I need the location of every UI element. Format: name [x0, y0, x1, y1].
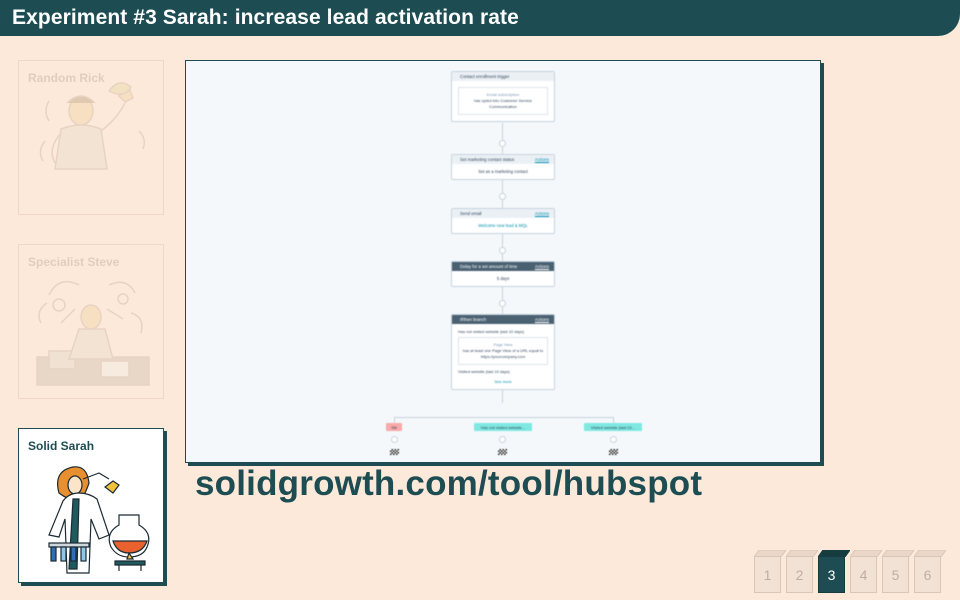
branch-pill[interactable]: Stil	[386, 423, 402, 431]
card-header: Set marketing contact status Actions	[452, 155, 554, 164]
branch-label: Has not visited website (last 10 days)	[458, 329, 525, 334]
branch-pill[interactable]: Visited website (last 10...	[584, 423, 642, 431]
actions-menu[interactable]: Actions	[535, 264, 549, 269]
page-number: 2	[786, 556, 813, 593]
page-button-6[interactable]: 6	[914, 550, 946, 594]
actions-menu[interactable]: Actions	[535, 211, 549, 216]
step-title: Set marketing contact status	[460, 157, 515, 162]
page-button-5[interactable]: 5	[882, 550, 914, 594]
step-body: 5 days	[496, 276, 510, 281]
branch-connector	[394, 417, 613, 418]
page-button-3[interactable]: 3	[818, 550, 850, 594]
workflow-step-card[interactable]: Set marketing contact status Actions Set…	[451, 154, 555, 180]
see-more-link[interactable]: See more	[452, 376, 554, 389]
persona-card-specialist-steve[interactable]: Specialist Steve	[18, 244, 164, 399]
add-step-icon[interactable]	[610, 436, 617, 443]
persona-card-random-rick[interactable]: Random Rick	[18, 60, 164, 215]
page-button-1[interactable]: 1	[754, 550, 786, 594]
end-flag-icon	[498, 449, 507, 455]
page-number: 1	[754, 556, 781, 593]
page-number: 5	[882, 556, 909, 593]
header-bar: Experiment #3 Sarah: increase lead activ…	[0, 0, 960, 36]
tool-url[interactable]: solidgrowth.com/tool/hubspot	[195, 464, 702, 504]
card-header: Contact enrollment trigger	[452, 72, 554, 81]
actions-menu[interactable]: Actions	[535, 157, 549, 162]
end-flag-icon	[390, 449, 399, 455]
add-step-icon[interactable]	[499, 247, 506, 254]
step-title: If/then branch	[460, 317, 487, 322]
branch-condition: Page View has at least one Page View of …	[458, 337, 548, 365]
workflow-step-card[interactable]: Delay for a set amount of time Actions 5…	[451, 261, 555, 287]
condition-text: has at least one Page View of a URL equa…	[462, 348, 544, 359]
end-flag-icon	[609, 449, 618, 455]
actions-menu[interactable]: Actions	[535, 317, 549, 322]
workflow-screenshot: Contact enrollment trigger Email subscri…	[185, 60, 821, 463]
solid-sarah-illustration	[48, 466, 150, 574]
slide-pager: 1 2 3 4 5 6	[754, 550, 954, 595]
card-header: Send email Actions	[452, 209, 554, 218]
page-button-2[interactable]: 2	[786, 550, 818, 594]
add-step-icon[interactable]	[499, 436, 506, 443]
persona-card-solid-sarah[interactable]: Solid Sarah	[18, 428, 164, 583]
step-title: Send email	[460, 211, 482, 216]
page-number: 6	[914, 556, 941, 593]
branch-pill[interactable]: Has not visited website...	[474, 423, 532, 431]
email-link[interactable]: Welcome new lead & MQL	[452, 218, 554, 233]
specialist-steve-illustration	[36, 280, 150, 386]
trigger-condition: Email subscription has opted into Custom…	[458, 87, 548, 115]
page-title: Experiment #3 Sarah: increase lead activ…	[12, 6, 519, 29]
workflow-branch-card[interactable]: If/then branch Actions Has not visited w…	[451, 314, 555, 390]
page-button-4[interactable]: 4	[850, 550, 882, 594]
page-number: 4	[850, 556, 877, 593]
add-step-icon[interactable]	[499, 300, 506, 307]
condition-text: has opted into Customer Service Communic…	[473, 98, 533, 109]
add-step-icon[interactable]	[391, 436, 398, 443]
card-header: If/then branch Actions	[452, 315, 554, 324]
page-number: 3	[818, 556, 845, 593]
step-title: Delay for a set amount of time	[460, 264, 518, 269]
random-rick-illustration	[39, 82, 146, 170]
card-header: Delay for a set amount of time Actions	[452, 262, 554, 271]
step-body: Set as a marketing contact	[478, 169, 528, 174]
add-step-icon[interactable]	[499, 193, 506, 200]
add-step-icon[interactable]	[499, 140, 506, 147]
workflow-step-card[interactable]: Send email Actions Welcome new lead & MQ…	[451, 208, 555, 234]
branch-label: Visited website (last 10 days)	[458, 369, 510, 374]
workflow-trigger-card[interactable]: Contact enrollment trigger Email subscri…	[451, 71, 555, 122]
